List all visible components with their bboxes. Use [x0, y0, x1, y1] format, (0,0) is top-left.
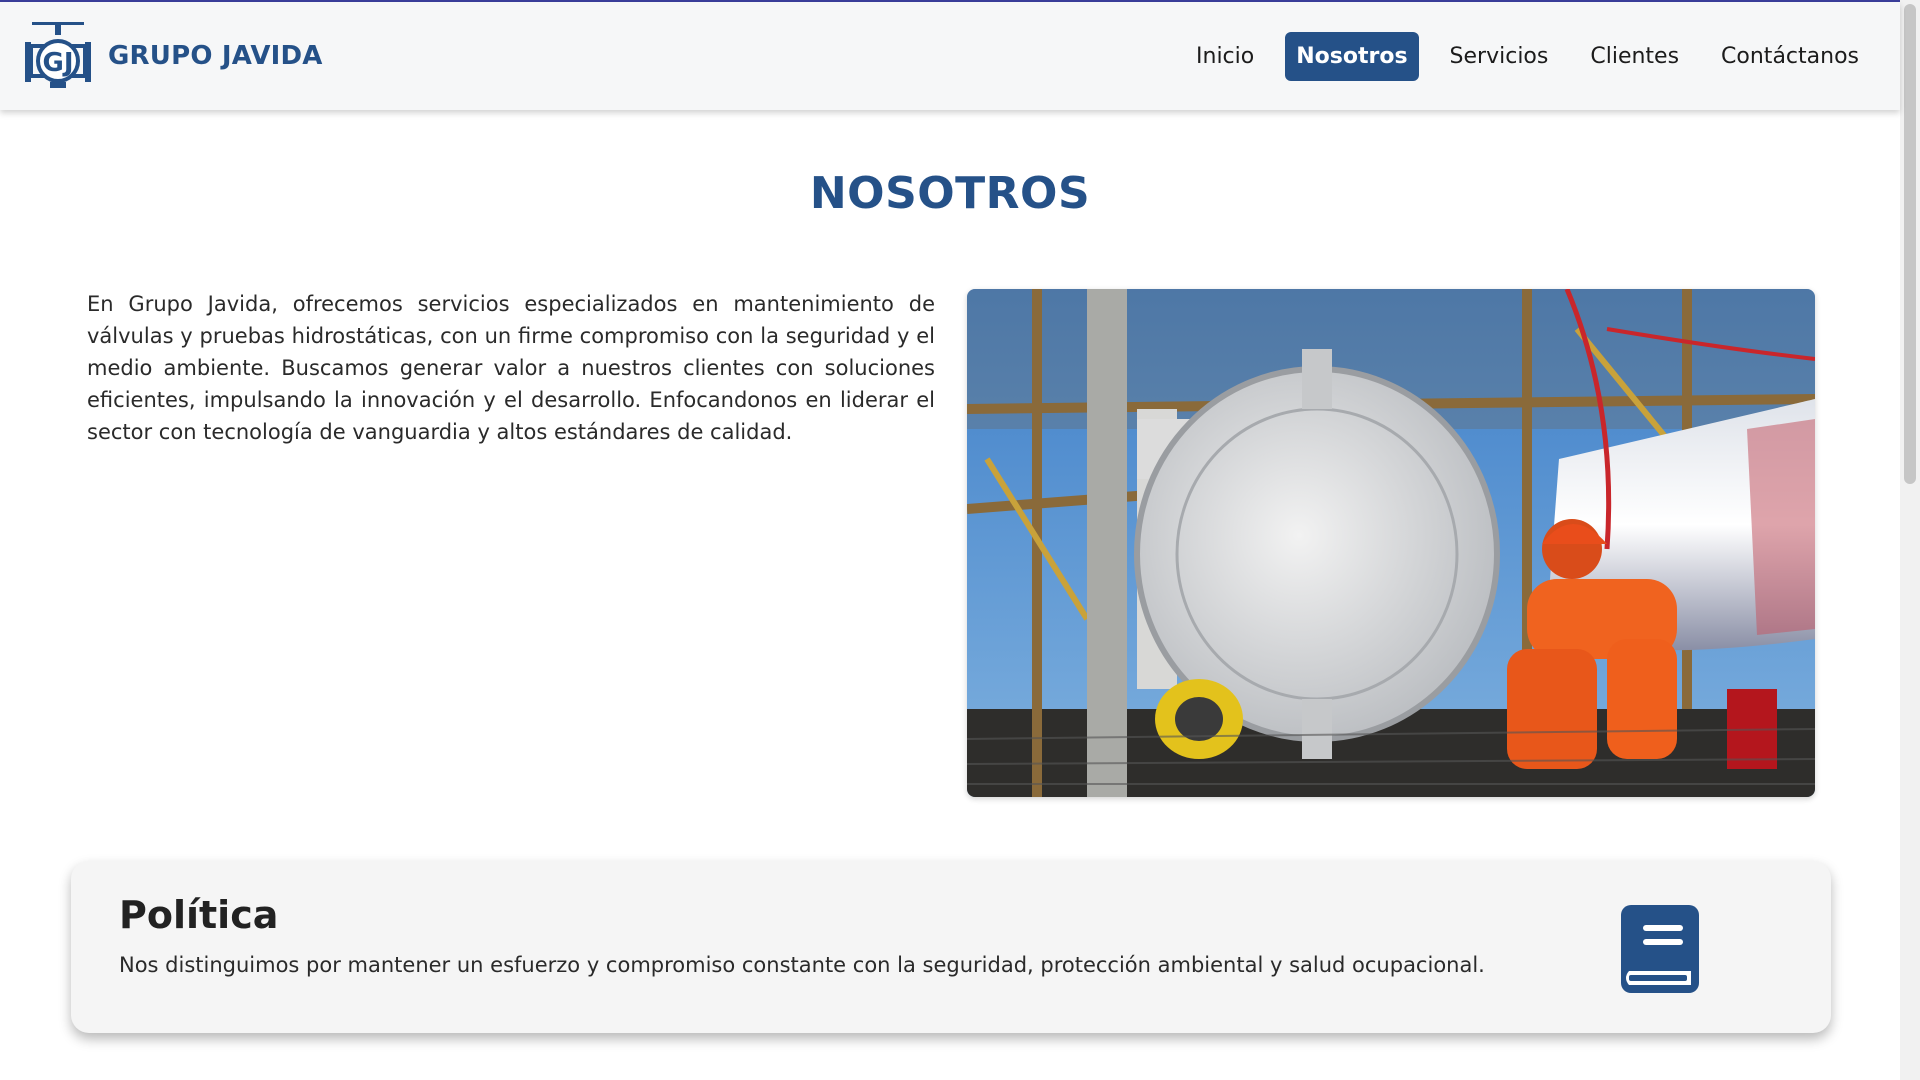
nav-item-contactanos[interactable]: Contáctanos — [1710, 32, 1870, 81]
gj-valve-logo-icon: GJ — [25, 22, 91, 88]
book-icon — [1621, 905, 1699, 993]
nav-item-clientes[interactable]: Clientes — [1579, 32, 1690, 81]
nav-item-inicio[interactable]: Inicio — [1185, 32, 1265, 81]
nav-item-nosotros[interactable]: Nosotros — [1285, 31, 1419, 81]
policy-card: Política Nos distinguimos por mantener u… — [71, 861, 1831, 1033]
brand[interactable]: GJ GRUPO JAVIDA — [22, 20, 323, 92]
main-nav: Inicio Nosotros Servicios Clientes Contá… — [1165, 31, 1870, 81]
nav-item-servicios[interactable]: Servicios — [1439, 32, 1560, 81]
brand-name: GRUPO JAVIDA — [108, 41, 323, 71]
policy-title: Política — [119, 893, 279, 937]
offshore-pipeline-worker-photo — [967, 289, 1815, 797]
page-scrollbar[interactable] — [1900, 0, 1920, 1080]
svg-text:GJ: GJ — [42, 48, 73, 78]
navbar: GJ GRUPO JAVIDA Inicio Nosotros Servicio… — [0, 2, 1900, 110]
policy-text: Nos distinguimos por mantener un esfuerz… — [119, 953, 1485, 977]
scrollbar-thumb[interactable] — [1904, 4, 1916, 484]
about-paragraph: En Grupo Javida, ofrecemos servicios esp… — [87, 292, 935, 444]
section-title: NOSOTROS — [809, 168, 1091, 219]
